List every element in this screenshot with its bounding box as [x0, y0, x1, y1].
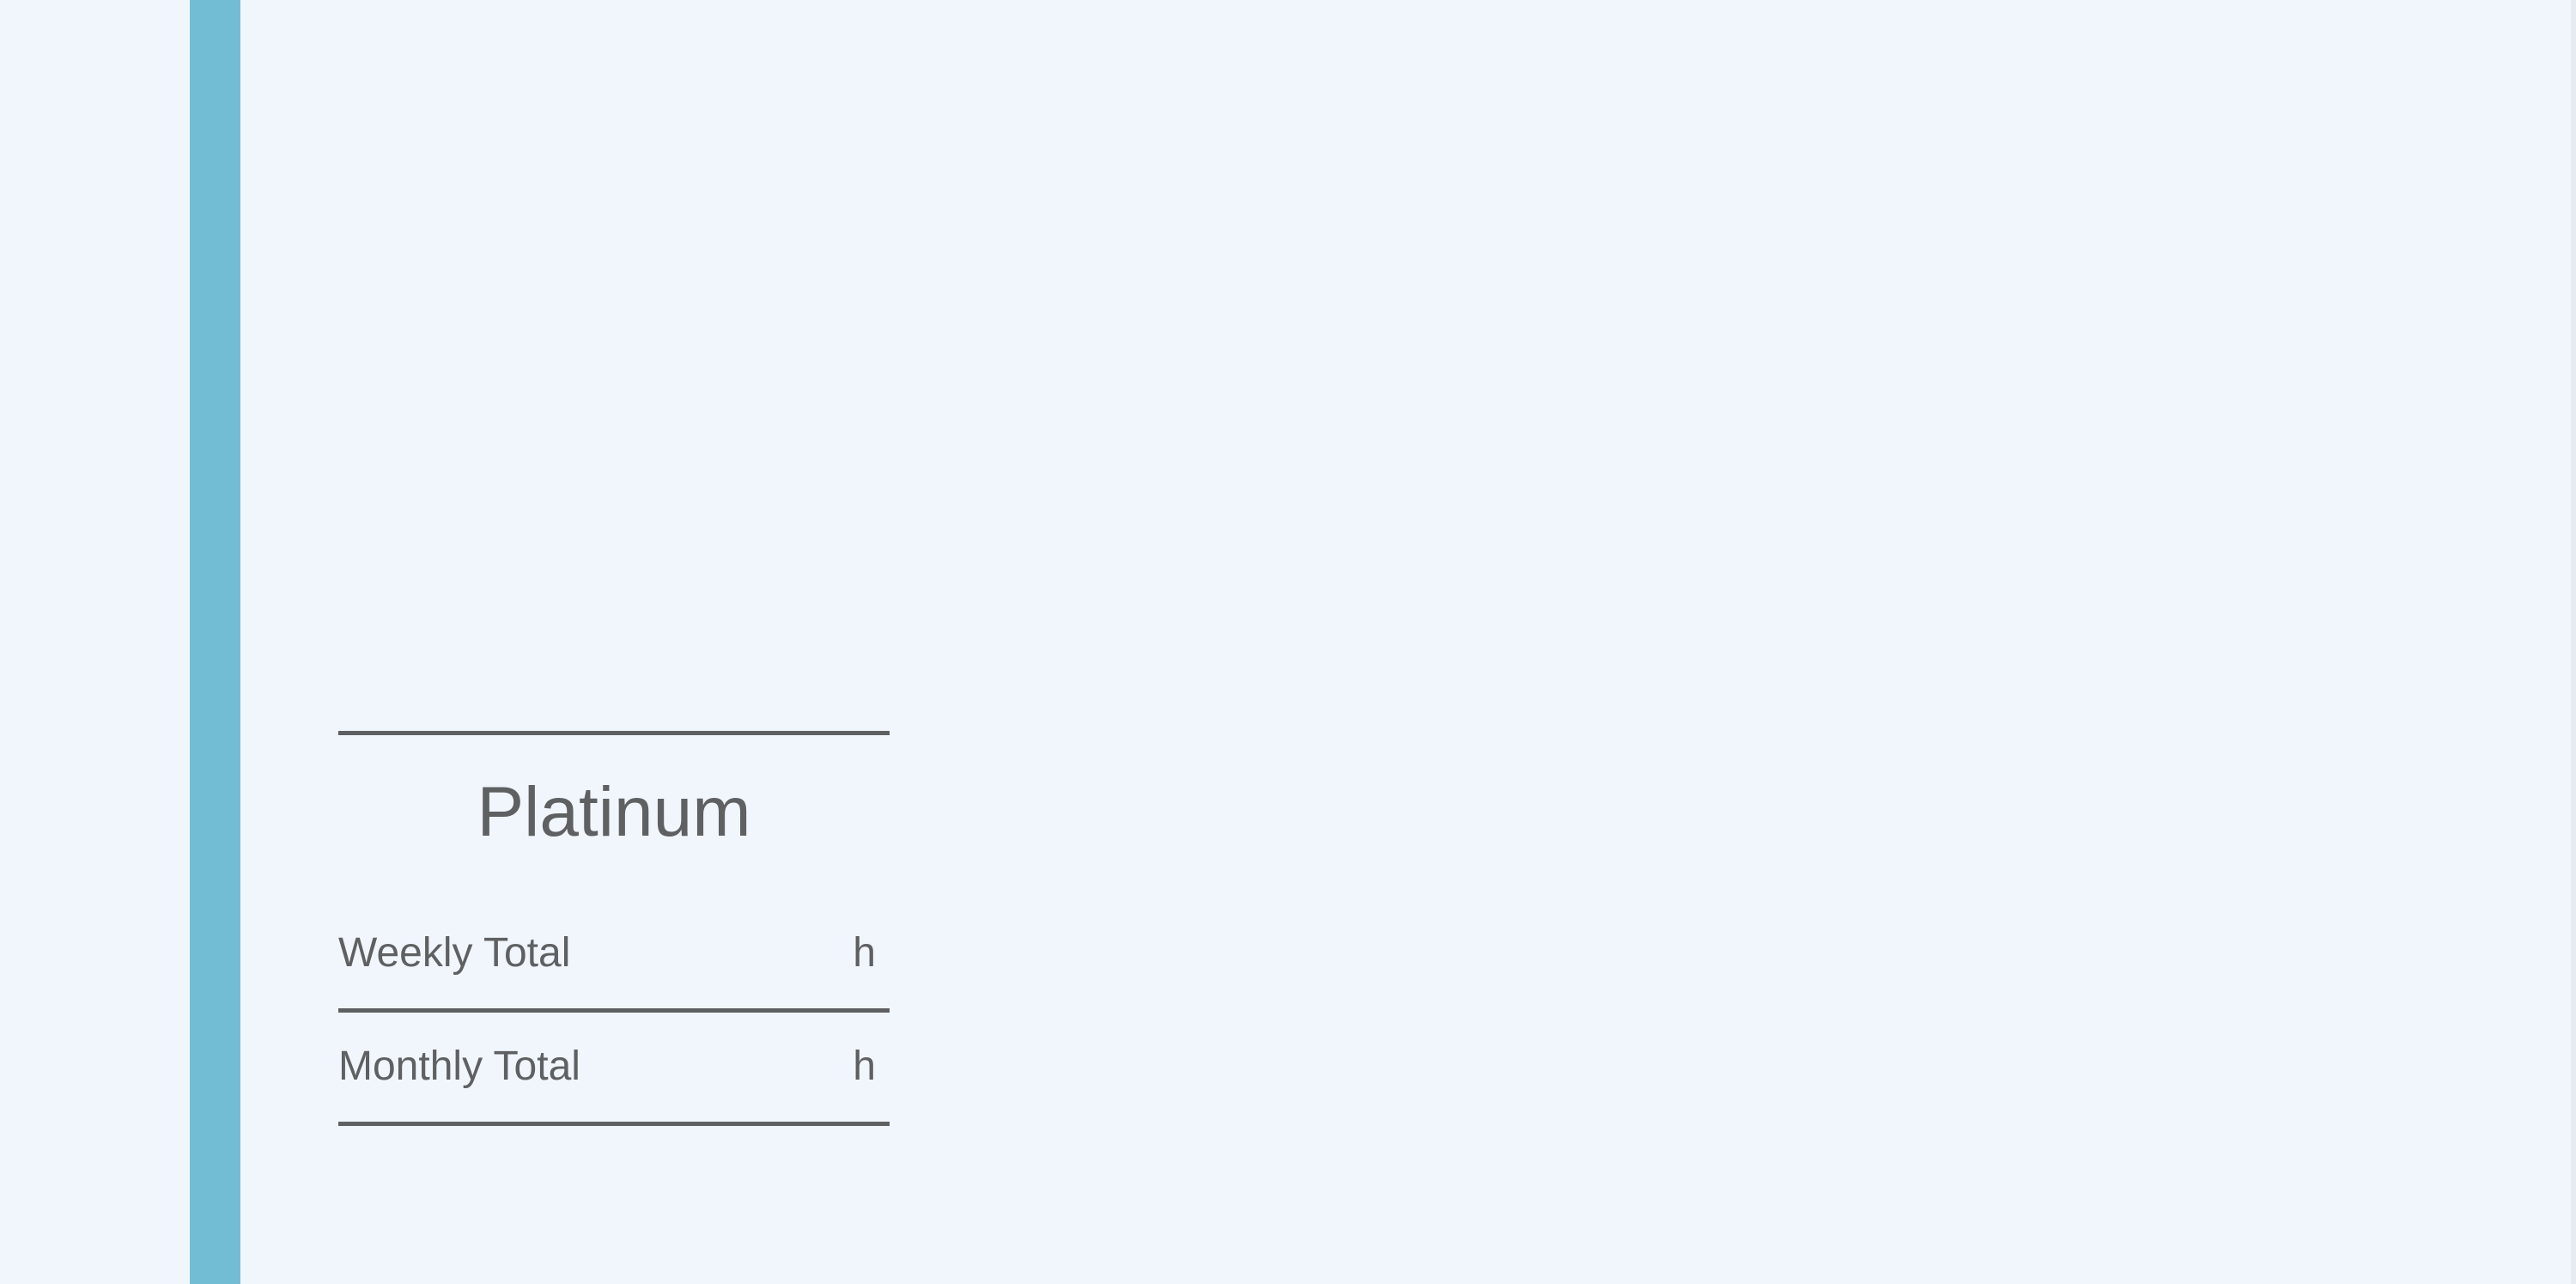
monthly-total-row: Monthly Total h [338, 1013, 890, 1126]
window-right-edge [2571, 0, 2576, 1284]
monthly-total-unit: h [853, 1044, 876, 1089]
monthly-total-label: Monthly Total [338, 1044, 580, 1089]
accent-side-bar [190, 0, 240, 1284]
panel-top-divider [338, 731, 890, 735]
plan-title: Platinum [477, 773, 751, 851]
weekly-total-row: Weekly Total h [338, 900, 890, 1013]
weekly-total-unit: h [853, 930, 876, 976]
weekly-total-label: Weekly Total [338, 930, 571, 976]
hours-summary-panel: Platinum Weekly Total h Monthly Total h [338, 731, 890, 1126]
